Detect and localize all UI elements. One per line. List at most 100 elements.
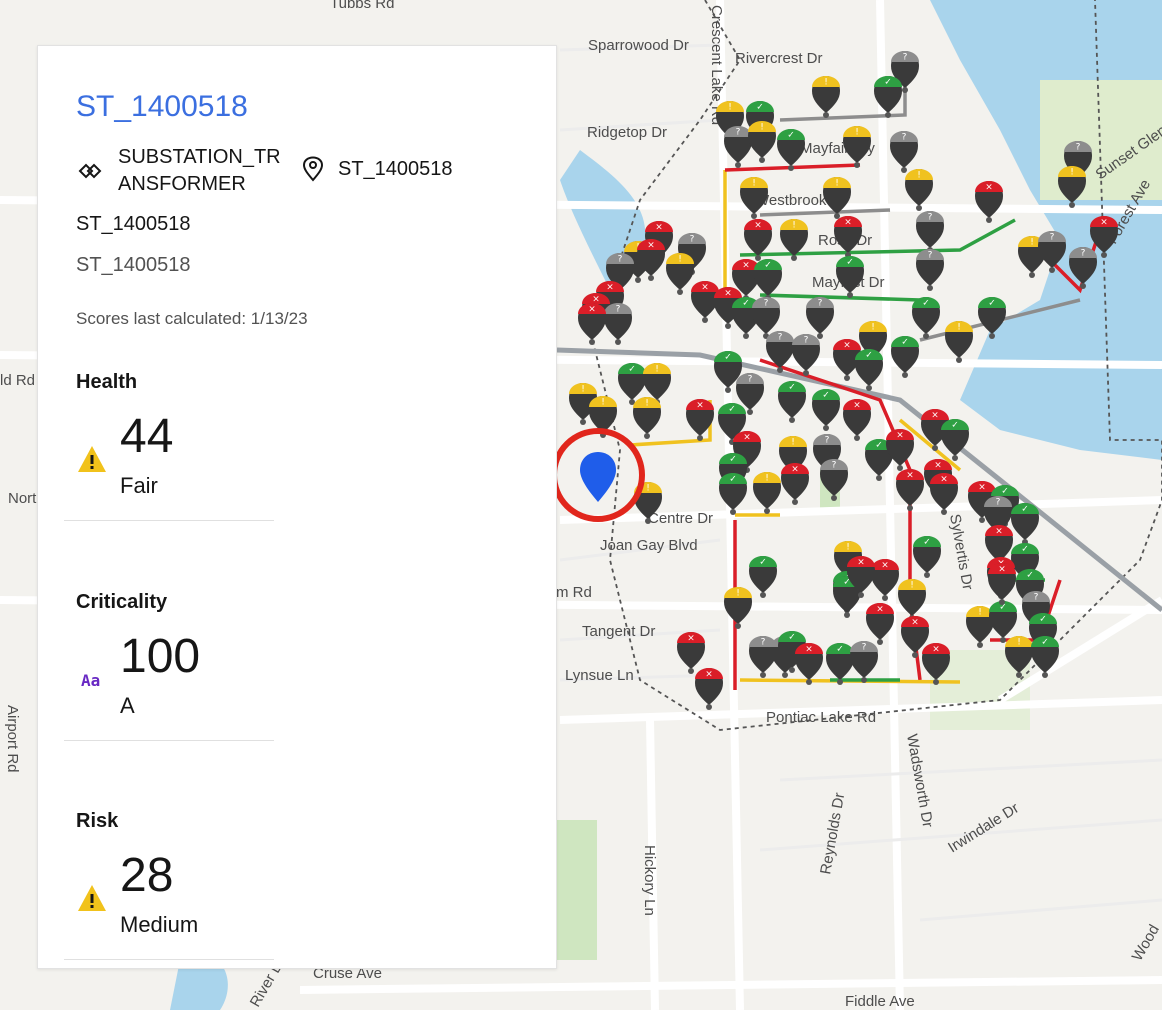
svg-text:×: × — [931, 411, 939, 421]
street-label: Fiddle Ave — [845, 993, 915, 1010]
svg-text:!: ! — [645, 399, 649, 409]
svg-text:×: × — [985, 183, 993, 193]
svg-text:✓: ✓ — [865, 351, 873, 361]
asset-marker-good[interactable]: ✓ — [1011, 503, 1039, 545]
asset-marker-warning[interactable]: ! — [812, 76, 840, 118]
svg-text:✓: ✓ — [759, 558, 767, 568]
asset-marker-good[interactable]: ✓ — [855, 349, 883, 391]
svg-text:×: × — [742, 261, 750, 271]
asset-marker-critical[interactable]: × — [795, 643, 823, 685]
asset-marker-warning[interactable]: ! — [666, 253, 694, 295]
asset-marker-warning[interactable]: ! — [843, 126, 871, 168]
asset-marker-good[interactable]: ✓ — [812, 389, 840, 431]
asset-id-primary: ST_1400518 — [76, 213, 191, 235]
svg-text:!: ! — [678, 255, 682, 265]
svg-text:✓: ✓ — [884, 78, 892, 88]
asset-type-label: SUBSTATION_TRANSFORMER — [118, 146, 281, 195]
risk-score-section: Risk 28 Medium — [64, 810, 274, 960]
asset-marker-critical[interactable]: × — [781, 463, 809, 505]
svg-text:✓: ✓ — [988, 299, 996, 309]
svg-text:✓: ✓ — [836, 645, 844, 655]
asset-marker-good[interactable]: ✓ — [719, 473, 747, 515]
asset-marker-unknown[interactable]: ? — [724, 126, 752, 168]
asset-marker-warning[interactable]: ! — [748, 121, 776, 163]
svg-text:✓: ✓ — [724, 353, 732, 363]
svg-text:!: ! — [792, 221, 796, 231]
health-score-section: Health 44 Fair — [64, 371, 274, 521]
asset-marker-warning[interactable]: ! — [753, 472, 781, 514]
asset-marker-warning[interactable]: ! — [740, 177, 768, 219]
asset-marker-unknown[interactable]: ? — [792, 334, 820, 376]
svg-text:✓: ✓ — [846, 258, 854, 268]
asset-marker-critical[interactable]: × — [677, 632, 705, 674]
asset-marker-unknown[interactable]: ? — [766, 331, 794, 373]
svg-text:×: × — [588, 305, 596, 315]
street-label: Hickory Ln — [641, 845, 658, 916]
svg-text:!: ! — [765, 474, 769, 484]
svg-text:!: ! — [736, 589, 740, 599]
asset-marker-good[interactable]: ✓ — [777, 129, 805, 171]
svg-text:!: ! — [917, 171, 921, 181]
selected-location-pin[interactable] — [580, 452, 616, 502]
risk-score-value: 28 — [120, 849, 174, 902]
asset-marker-critical[interactable]: × — [975, 181, 1003, 223]
asset-marker-good[interactable]: ✓ — [874, 76, 902, 118]
asset-marker-warning[interactable]: ! — [898, 579, 926, 621]
svg-text:✓: ✓ — [1041, 638, 1049, 648]
svg-text:✓: ✓ — [729, 475, 737, 485]
network-line — [759, 208, 891, 217]
svg-text:?: ? — [616, 305, 621, 315]
criticality-score-section: Criticality Aa 100 A — [64, 591, 274, 741]
asset-marker-unknown[interactable]: ? — [604, 303, 632, 345]
asset-marker-unknown[interactable]: ? — [806, 297, 834, 339]
asset-marker-unknown[interactable]: ? — [916, 249, 944, 291]
svg-text:×: × — [647, 241, 655, 251]
asset-marker-critical[interactable]: × — [695, 668, 723, 710]
asset-type: SUBSTATION_TRANSFORMER — [76, 144, 302, 198]
asset-marker-good[interactable]: ✓ — [1031, 636, 1059, 678]
asset-marker-critical[interactable]: × — [988, 563, 1016, 605]
street-label: Nort — [8, 490, 37, 507]
asset-marker-warning[interactable]: ! — [945, 321, 973, 363]
street-label: Wadsworth Dr — [903, 733, 936, 829]
svg-text:!: ! — [855, 128, 859, 138]
svg-text:?: ? — [1050, 233, 1055, 243]
svg-text:!: ! — [1030, 238, 1034, 248]
asset-marker-good[interactable]: ✓ — [912, 297, 940, 339]
asset-marker-good[interactable]: ✓ — [749, 556, 777, 598]
asset-location-label: ST_1400518 — [338, 157, 453, 180]
svg-text:✓: ✓ — [628, 365, 636, 375]
asset-title[interactable]: ST_1400518 — [76, 90, 248, 124]
asset-marker-good[interactable]: ✓ — [778, 381, 806, 423]
asset-marker-warning[interactable]: ! — [633, 397, 661, 439]
asset-marker-good[interactable]: ✓ — [891, 336, 919, 378]
svg-text:?: ? — [1076, 143, 1081, 153]
asset-marker-critical[interactable]: × — [843, 399, 871, 441]
svg-text:!: ! — [752, 179, 756, 189]
grade-icon: Aa — [81, 671, 101, 690]
asset-details-panel: ST_1400518 SUBSTATION_TRANSFORMER ST_140… — [37, 45, 557, 969]
svg-text:×: × — [701, 283, 709, 293]
svg-text:!: ! — [581, 385, 585, 395]
health-score-value: 44 — [120, 410, 174, 463]
svg-text:×: × — [843, 341, 851, 351]
asset-marker-good[interactable]: ✓ — [913, 536, 941, 578]
criticality-label: Criticality — [76, 591, 168, 613]
svg-text:✓: ✓ — [787, 131, 795, 141]
svg-text:×: × — [906, 471, 914, 481]
asset-marker-good[interactable]: ✓ — [989, 601, 1017, 643]
asset-marker-unknown[interactable]: ? — [890, 131, 918, 173]
svg-text:?: ? — [1034, 593, 1039, 603]
asset-marker-critical[interactable]: × — [578, 303, 606, 345]
svg-text:×: × — [998, 565, 1006, 575]
asset-marker-unknown[interactable]: ? — [850, 641, 878, 683]
asset-marker-unknown[interactable]: ? — [916, 211, 944, 253]
svg-text:✓: ✓ — [742, 299, 750, 309]
asset-marker-warning[interactable]: ! — [724, 587, 752, 629]
street-label: Ridgetop Dr — [587, 124, 667, 141]
street-label: Lynsue Ln — [565, 667, 634, 684]
svg-text:✓: ✓ — [822, 391, 830, 401]
warning-icon — [78, 446, 106, 472]
svg-text:×: × — [791, 465, 799, 475]
asset-marker-good[interactable]: ✓ — [836, 256, 864, 298]
